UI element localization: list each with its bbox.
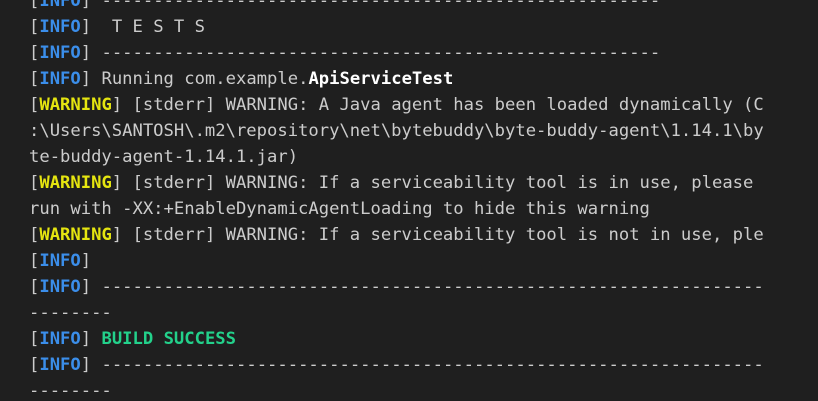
log-message: -------- xyxy=(29,381,112,401)
terminal-line: te-buddy-agent-1.14.1.jar) xyxy=(29,144,809,170)
terminal-line: [WARNING] [stderr] WARNING: If a service… xyxy=(29,222,809,248)
log-message: -------- xyxy=(29,303,112,323)
log-message: :\Users\SANTOSH\.m2\repository\net\byteb… xyxy=(29,121,764,141)
terminal-line: [INFO] ---------------------------------… xyxy=(29,0,809,14)
log-bracket: ] xyxy=(111,225,123,245)
log-level-info: INFO xyxy=(39,277,81,297)
terminal-line: [INFO] ---------------------------------… xyxy=(29,40,809,66)
log-message: Running com.example. xyxy=(91,69,309,89)
terminal-line: run with -XX:+EnableDynamicAgentLoading … xyxy=(29,196,809,222)
terminal-line: [INFO] Running com.example.ApiServiceTes… xyxy=(29,66,809,92)
log-bracket: [ xyxy=(29,173,40,193)
log-level-warning: WARNING xyxy=(39,173,112,193)
log-bracket: ] xyxy=(80,329,92,349)
log-bracket: ] xyxy=(80,43,92,63)
terminal-line: :\Users\SANTOSH\.m2\repository\net\byteb… xyxy=(29,118,809,144)
log-message: ----------------------------------------… xyxy=(91,43,661,63)
log-bracket: [ xyxy=(29,225,40,245)
log-bracket: [ xyxy=(29,251,40,271)
terminal-line: -------- xyxy=(29,378,809,401)
terminal-line: [INFO] xyxy=(29,248,809,274)
log-message xyxy=(91,329,101,349)
log-level-info: INFO xyxy=(39,17,81,37)
log-message: ----------------------------------------… xyxy=(91,0,661,11)
log-bracket: [ xyxy=(29,277,40,297)
build-status: BUILD SUCCESS xyxy=(101,329,237,349)
log-bracket: ] xyxy=(80,251,92,271)
terminal-line: [INFO] BUILD SUCCESS xyxy=(29,326,809,352)
log-level-info: INFO xyxy=(39,69,81,89)
terminal-line: [INFO] T E S T S xyxy=(29,14,809,40)
log-level-warning: WARNING xyxy=(39,225,112,245)
log-level-info: INFO xyxy=(39,43,81,63)
log-level-info: INFO xyxy=(39,251,81,271)
log-bracket: [ xyxy=(29,95,40,115)
log-level-warning: WARNING xyxy=(39,95,112,115)
log-message: T E S T S xyxy=(91,17,205,37)
log-level-info: INFO xyxy=(39,0,81,11)
terminal-line: [WARNING] [stderr] WARNING: A Java agent… xyxy=(29,92,809,118)
log-bracket: [ xyxy=(29,355,40,375)
test-class-name: ApiServiceTest xyxy=(308,69,454,89)
log-bracket: ] xyxy=(111,95,123,115)
log-bracket: ] xyxy=(80,0,92,11)
terminal-line: [INFO] ---------------------------------… xyxy=(29,352,809,378)
log-message: run with -XX:+EnableDynamicAgentLoading … xyxy=(29,199,650,219)
log-bracket: ] xyxy=(80,17,92,37)
terminal-lines: [INFO] ---------------------------------… xyxy=(29,0,809,401)
log-level-info: INFO xyxy=(39,355,81,375)
log-bracket: [ xyxy=(29,329,40,349)
log-message: [stderr] WARNING: If a serviceability to… xyxy=(122,173,754,193)
log-message: ----------------------------------------… xyxy=(91,277,764,297)
terminal-output-panel[interactable]: [INFO] ---------------------------------… xyxy=(0,0,818,401)
log-bracket: [ xyxy=(29,43,40,63)
terminal-line: -------- xyxy=(29,300,809,326)
log-message: ----------------------------------------… xyxy=(91,355,764,375)
terminal-line: [WARNING] [stderr] WARNING: If a service… xyxy=(29,170,809,196)
log-bracket: ] xyxy=(80,69,92,89)
log-bracket: [ xyxy=(29,69,40,89)
terminal-line: [INFO] ---------------------------------… xyxy=(29,274,809,300)
log-message: [stderr] WARNING: A Java agent has been … xyxy=(122,95,764,115)
log-bracket: [ xyxy=(29,0,40,11)
log-bracket: [ xyxy=(29,17,40,37)
log-message: [stderr] WARNING: If a serviceability to… xyxy=(122,225,764,245)
log-level-info: INFO xyxy=(39,329,81,349)
log-bracket: ] xyxy=(80,277,92,297)
log-bracket: ] xyxy=(80,355,92,375)
log-bracket: ] xyxy=(111,173,123,193)
log-message: te-buddy-agent-1.14.1.jar) xyxy=(29,147,299,167)
